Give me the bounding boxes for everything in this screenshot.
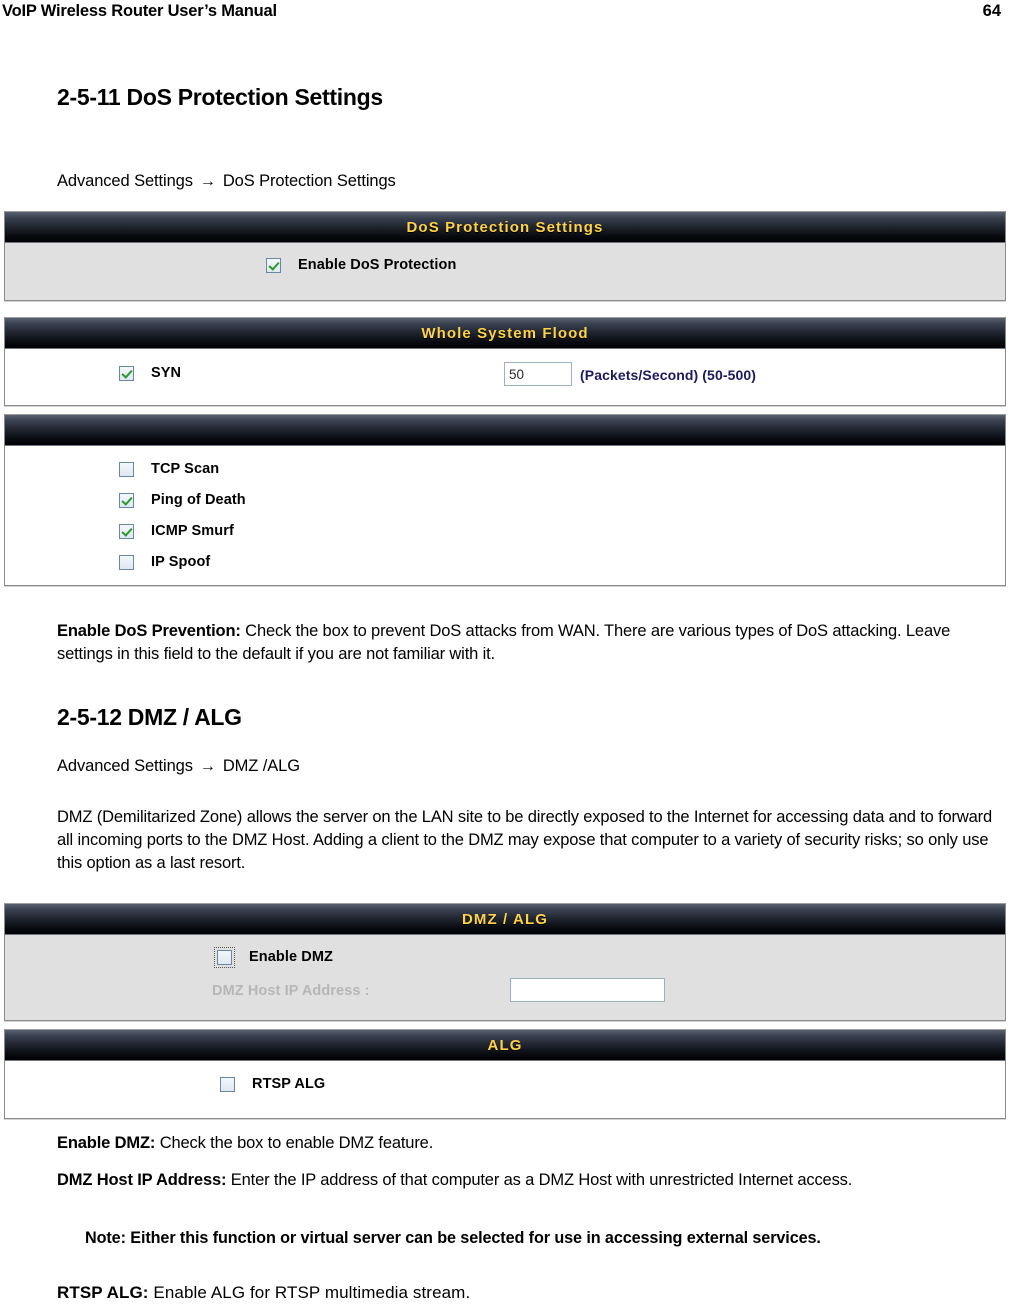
panel-body-alg: RTSP ALG <box>5 1061 1005 1118</box>
panel-body-attack-types: TCP Scan Ping of Death ICMP Smurf IP Spo… <box>5 446 1005 585</box>
tcp-scan-checkbox[interactable] <box>119 461 134 477</box>
panel-header-alg: ALG <box>5 1030 1005 1061</box>
panel-dmz-alg: DMZ / ALG Enable DMZ DMZ Host IP Address… <box>4 903 1006 1021</box>
enable-dos-protection-row[interactable]: Enable DoS Protection <box>266 257 456 273</box>
dmz-host-ip-label: DMZ Host IP Address : <box>212 983 370 999</box>
dmz-host-ip-description-term: DMZ Host IP Address: <box>57 1171 227 1189</box>
arrow-right-icon-dmz: → <box>199 758 216 775</box>
ip-spoof-row[interactable]: IP Spoof <box>119 554 210 570</box>
panel-header-attack-types <box>5 415 1005 446</box>
panel-body-whole-system-flood: SYN (Packets/Second) (50-500) <box>5 349 1005 405</box>
rtsp-alg-description-term: RTSP ALG: <box>57 1283 149 1302</box>
rtsp-alg-label: RTSP ALG <box>252 1076 326 1092</box>
syn-row[interactable]: SYN <box>119 365 181 381</box>
panel-title-alg: ALG <box>487 1036 523 1054</box>
panel-title-dos-protection: DoS Protection Settings <box>406 218 604 236</box>
enable-dmz-label: Enable DMZ <box>249 949 333 965</box>
rtsp-alg-description-body: Enable ALG for RTSP multimedia stream. <box>148 1283 471 1302</box>
enable-dos-protection-checkbox[interactable] <box>266 257 281 273</box>
panel-body-dos-protection: Enable DoS Protection <box>5 243 1005 300</box>
enable-dmz-description-body: Check the box to enable DMZ feature. <box>155 1134 434 1152</box>
enable-dos-protection-label: Enable DoS Protection <box>298 257 457 273</box>
breadcrumb-leaf: DoS Protection Settings <box>222 172 396 190</box>
breadcrumb-root: Advanced Settings <box>57 172 193 190</box>
ping-of-death-label: Ping of Death <box>151 492 246 508</box>
arrow-right-icon: → <box>199 173 216 190</box>
enable-dmz-checkbox[interactable] <box>214 946 235 968</box>
enable-dmz-description: Enable DMZ: Check the box to enable DMZ … <box>57 1132 997 1155</box>
panel-title-whole-system-flood: Whole System Flood <box>421 324 589 342</box>
panel-header-dos-protection: DoS Protection Settings <box>5 212 1005 243</box>
ip-spoof-label: IP Spoof <box>151 554 211 570</box>
ping-of-death-row[interactable]: Ping of Death <box>119 492 246 508</box>
enable-dmz-description-term: Enable DMZ: <box>57 1134 156 1152</box>
panel-header-dmz-alg: DMZ / ALG <box>5 904 1005 935</box>
breadcrumb-root-dmz: Advanced Settings <box>57 757 193 775</box>
ping-of-death-checkbox[interactable] <box>119 492 134 508</box>
dos-description-term: Enable DoS Prevention: <box>57 622 241 640</box>
breadcrumb-leaf-dmz: DMZ /ALG <box>222 757 300 775</box>
page-title-dmz-alg: 2-5-12 DMZ / ALG <box>57 704 242 730</box>
dos-description: Enable DoS Prevention: Check the box to … <box>57 620 992 666</box>
document-title: VoIP Wireless Router User’s Manual <box>2 2 277 20</box>
dmz-intro-text: DMZ (Demilitarized Zone) allows the serv… <box>57 808 993 872</box>
tcp-scan-label: TCP Scan <box>151 461 220 477</box>
panel-title-dmz-alg: DMZ / ALG <box>462 910 548 928</box>
dmz-note: Note: Either this function or virtual se… <box>85 1229 821 1247</box>
page-header: VoIP Wireless Router User’s Manual 64 <box>0 0 1009 28</box>
panel-whole-system-flood: Whole System Flood SYN (Packets/Second) … <box>4 317 1006 406</box>
syn-threshold-input[interactable] <box>504 362 572 386</box>
syn-label: SYN <box>151 365 182 381</box>
syn-units-label: (Packets/Second) (50-500) <box>580 367 757 383</box>
rtsp-alg-checkbox[interactable] <box>220 1076 235 1092</box>
panel-body-dmz-alg: Enable DMZ DMZ Host IP Address : <box>5 935 1005 1020</box>
panel-dos-protection-settings: DoS Protection Settings Enable DoS Prote… <box>4 211 1006 301</box>
rtsp-alg-description: RTSP ALG: Enable ALG for RTSP multimedia… <box>57 1283 997 1303</box>
enable-dmz-row[interactable]: Enable DMZ <box>214 946 333 968</box>
dmz-host-ip-description-body: Enter the IP address of that computer as… <box>226 1171 853 1189</box>
panel-alg: ALG RTSP ALG <box>4 1029 1006 1119</box>
tcp-scan-row[interactable]: TCP Scan <box>119 461 219 477</box>
page-number: 64 <box>982 2 1001 20</box>
rtsp-alg-row[interactable]: RTSP ALG <box>220 1076 325 1092</box>
dmz-host-ip-input[interactable] <box>510 978 665 1002</box>
icmp-smurf-checkbox[interactable] <box>119 523 134 539</box>
ip-spoof-checkbox[interactable] <box>119 554 134 570</box>
panel-header-whole-system-flood: Whole System Flood <box>5 318 1005 349</box>
breadcrumb: Advanced Settings → DoS Protection Setting… <box>57 172 396 191</box>
panel-attack-types: TCP Scan Ping of Death ICMP Smurf IP Spo… <box>4 414 1006 586</box>
syn-checkbox[interactable] <box>119 365 134 381</box>
breadcrumb-dmz-alg: Advanced Settings → DMZ /ALG <box>57 757 300 776</box>
icmp-smurf-label: ICMP Smurf <box>151 523 234 539</box>
dmz-host-ip-description: DMZ Host IP Address: Enter the IP addres… <box>57 1169 997 1192</box>
page-title: 2-5-11 DoS Protection Settings <box>57 84 383 110</box>
icmp-smurf-row[interactable]: ICMP Smurf <box>119 523 234 539</box>
